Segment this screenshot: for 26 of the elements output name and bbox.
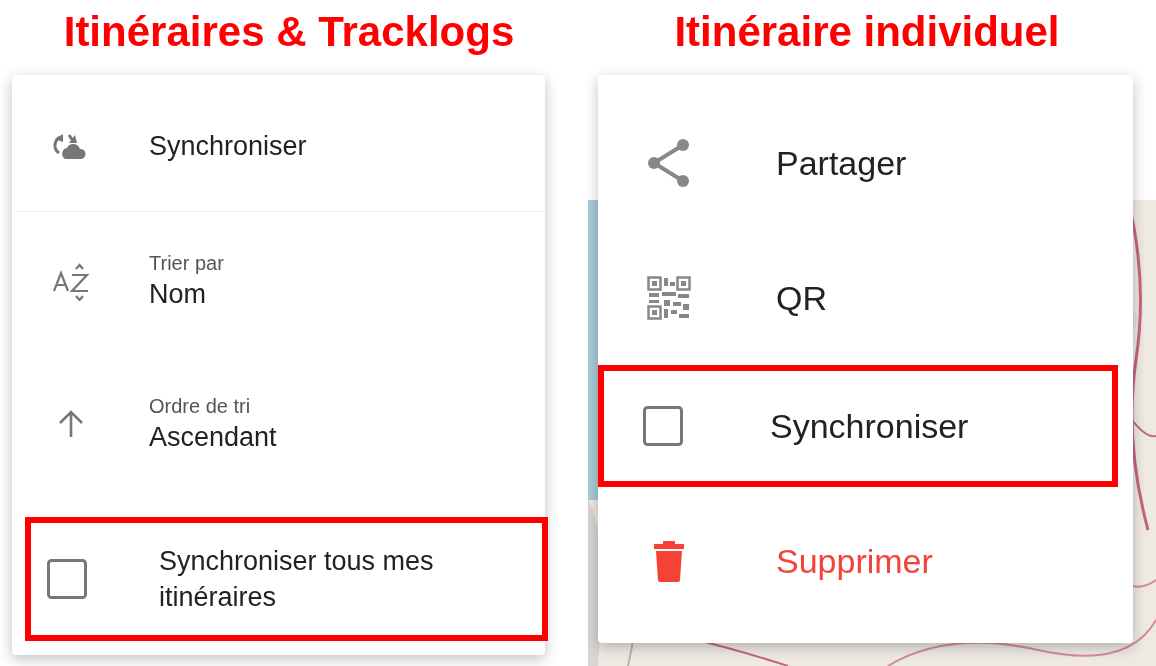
highlighted-menu-item[interactable]: Synchroniser tous mes itinéraires — [25, 517, 548, 641]
menu-item[interactable]: Trier par Nom — [12, 212, 545, 349]
checkbox[interactable] — [642, 405, 684, 447]
highlighted-menu-item[interactable]: Synchroniser — [598, 365, 1118, 487]
menu-item-label: Synchroniser tous mes itinéraires — [159, 545, 435, 614]
checkbox[interactable] — [46, 558, 88, 600]
menu-item-caption: Trier par — [149, 250, 224, 276]
menu-item[interactable]: Partager — [598, 95, 1133, 230]
menu-item[interactable]: Synchroniser — [12, 75, 545, 212]
share-icon — [646, 137, 692, 188]
menu-item[interactable]: QR — [598, 230, 1133, 365]
menu-item[interactable]: Supprimer — [598, 493, 1133, 628]
menu-item-label: Synchroniser — [149, 130, 307, 163]
qr-code-icon — [647, 275, 691, 320]
menu-item-label: Supprimer — [776, 542, 933, 579]
menu-item[interactable]: Ordre de tri Ascendant — [12, 349, 545, 499]
trash-icon — [653, 539, 685, 582]
menu-item-label: QR — [776, 279, 827, 316]
menu-item-label: Ascendant — [149, 421, 277, 454]
panel-title: Itinéraires & Tracklogs — [63, 8, 515, 57]
menu-item-caption: Ordre de tri — [149, 394, 252, 419]
menu-item-label: Partager — [776, 144, 907, 181]
panel-title: Itinéraire individuel — [674, 8, 1060, 57]
menu-item-label: Synchroniser — [770, 408, 969, 444]
sort-alpha-icon — [51, 260, 91, 301]
menu-item-label: Nom — [149, 277, 207, 311]
